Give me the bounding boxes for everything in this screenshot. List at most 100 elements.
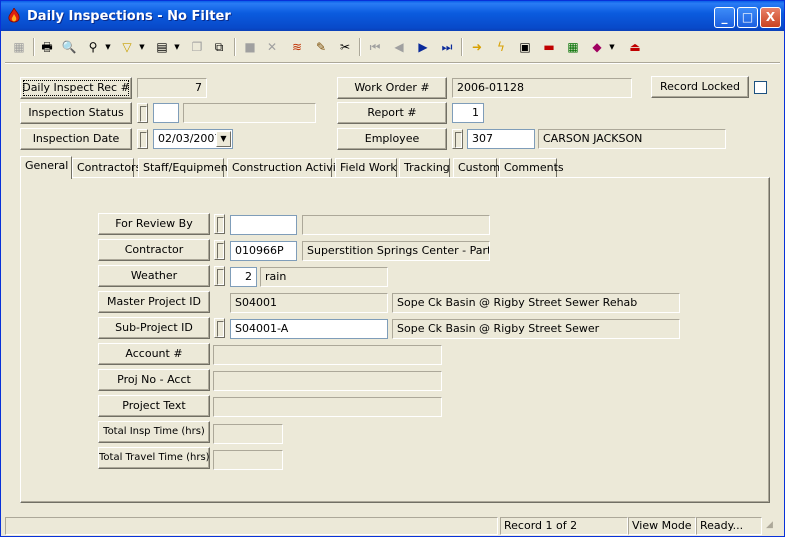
print-icon[interactable]: 🖶	[37, 37, 57, 57]
sub-project-id-button[interactable]: Sub-Project ID	[98, 317, 210, 339]
title-bar[interactable]: Daily Inspections - No Filter _ □ X	[1, 1, 784, 31]
tab-construction-activity[interactable]: Construction Activity	[227, 158, 347, 178]
tab-general[interactable]: General	[20, 156, 72, 179]
inspection-status-code-input[interactable]	[153, 103, 179, 123]
for-review-by-description	[302, 215, 490, 235]
minimize-button[interactable]: _	[714, 7, 735, 28]
report-icon[interactable]: ▣	[515, 37, 535, 57]
book-dropdown-icon[interactable]: ▼	[608, 37, 616, 57]
toolbar-separator	[359, 38, 361, 56]
toolbar-divider	[5, 62, 780, 64]
calculator-icon[interactable]: ▦	[563, 37, 583, 57]
lightning-icon[interactable]: ϟ	[491, 37, 511, 57]
proj-no-acct-button[interactable]: Proj No - Acct	[98, 369, 210, 391]
daily-inspect-rec-value: 7	[137, 78, 207, 98]
account-button[interactable]: Account #	[98, 343, 210, 365]
inspection-date-value: 02/03/2007	[158, 132, 222, 145]
sub-project-indicator[interactable]	[214, 318, 225, 338]
work-order-button[interactable]: Work Order #	[337, 77, 447, 99]
book-icon[interactable]: ◆	[587, 37, 607, 57]
for-review-by-indicator[interactable]	[214, 214, 225, 234]
weather-code-input[interactable]: 2	[230, 267, 257, 287]
tab-label: Staff/Equipment	[143, 161, 233, 174]
delete-icon[interactable]: ✕	[262, 37, 282, 57]
contractor-button[interactable]: Contractor	[98, 239, 210, 261]
resize-grip-icon[interactable]: ◢	[766, 520, 778, 532]
report-button[interactable]: Report #	[337, 102, 447, 124]
toolbar-separator	[461, 38, 463, 56]
contractor-indicator[interactable]	[214, 240, 225, 260]
tab-comments[interactable]: Comments	[499, 158, 564, 178]
weather-button[interactable]: Weather	[98, 265, 210, 287]
binoculars-icon[interactable]: ⚲	[83, 37, 103, 57]
status-bar: Record 1 of 2 View Mode Ready... ◢	[5, 516, 780, 536]
project-text-value	[213, 397, 442, 417]
previous-record-icon[interactable]: ◀	[389, 37, 409, 57]
tab-tracking[interactable]: Tracking	[399, 158, 450, 178]
report-number-input[interactable]: 1	[452, 103, 484, 123]
scissors-icon[interactable]: ✂	[335, 37, 355, 57]
tab-label: Field Work	[340, 161, 397, 174]
record-locked-checkbox[interactable]	[754, 81, 767, 94]
contractor-name: Superstition Springs Center - Parts	[302, 241, 490, 261]
status-mode: View Mode	[628, 517, 696, 535]
for-review-by-button[interactable]: For Review By	[98, 213, 210, 235]
binoculars-dropdown-icon[interactable]: ▼	[104, 37, 112, 57]
arrow-right-icon[interactable]: ➜	[467, 37, 487, 57]
tab-label: Custom	[458, 161, 501, 174]
weather-indicator[interactable]	[214, 266, 225, 286]
form-view-icon[interactable]: ▤	[152, 37, 172, 57]
employee-id-input[interactable]: 307	[467, 129, 535, 149]
pencil-icon[interactable]: ✎	[311, 37, 331, 57]
weather-description: rain	[260, 267, 388, 287]
chevron-down-icon[interactable]: ▼	[216, 131, 231, 147]
inspection-date-indicator[interactable]	[137, 129, 148, 149]
inspection-date-button[interactable]: Inspection Date	[20, 128, 132, 150]
close-icon: X	[765, 10, 776, 24]
grid-icon[interactable]: ▦	[9, 37, 29, 57]
for-review-by-code-input[interactable]	[230, 215, 297, 235]
tab-custom[interactable]: Custom	[453, 158, 501, 178]
employee-indicator[interactable]	[452, 129, 463, 149]
total-insp-time-value	[213, 424, 283, 444]
toolbar-separator	[33, 38, 35, 56]
contractor-code-input[interactable]: 010966P	[230, 241, 297, 261]
daily-inspect-rec-button[interactable]: Daily Inspect Rec #	[20, 77, 132, 99]
sub-project-description: Sope Ck Basin @ Rigby Street Sewer	[392, 319, 680, 339]
record-locked-button[interactable]: Record Locked	[651, 76, 749, 98]
status-blank-pane	[5, 517, 498, 535]
toolbar-separator	[234, 38, 236, 56]
employee-name: CARSON JACKSON	[538, 129, 726, 149]
master-project-id-button[interactable]: Master Project ID	[98, 291, 210, 313]
last-record-icon[interactable]: ⏭	[437, 37, 457, 57]
tab-field-work[interactable]: Field Work	[335, 158, 397, 178]
first-record-icon[interactable]: ⏮	[365, 37, 385, 57]
tab-label: Contractors	[77, 161, 142, 174]
copy-icon[interactable]: ❐	[187, 37, 207, 57]
employee-button[interactable]: Employee	[337, 128, 447, 150]
maximize-icon: □	[741, 10, 754, 24]
next-record-icon[interactable]: ▶	[413, 37, 433, 57]
inspection-status-button[interactable]: Inspection Status	[20, 102, 132, 124]
project-text-button[interactable]: Project Text	[98, 395, 210, 417]
close-button[interactable]: X	[760, 7, 781, 28]
maximize-button[interactable]: □	[737, 7, 758, 28]
toolbox-icon[interactable]: ▬	[539, 37, 559, 57]
filter-dropdown-icon[interactable]: ▼	[138, 37, 146, 57]
total-insp-time-label: Total Insp Time (hrs)	[98, 421, 210, 443]
print-preview-icon[interactable]: 🔍	[59, 37, 79, 57]
filter-icon[interactable]: ▽	[117, 37, 137, 57]
copy-record-icon[interactable]: ⧉	[209, 37, 229, 57]
tab-staff-equipment[interactable]: Staff/Equipment	[138, 158, 232, 178]
inspection-status-indicator[interactable]	[137, 103, 148, 123]
stack-icon[interactable]: ≋	[287, 37, 307, 57]
tab-label: Construction Activity	[232, 161, 347, 174]
sub-project-id-input[interactable]: S04001-A	[230, 319, 388, 339]
tab-contractors[interactable]: Contractors	[72, 158, 141, 178]
exit-icon[interactable]: ⏏	[625, 37, 645, 57]
master-project-description: Sope Ck Basin @ Rigby Street Sewer Rehab	[392, 293, 680, 313]
minimize-icon: _	[721, 10, 728, 24]
save-icon[interactable]: ■	[240, 37, 260, 57]
account-value	[213, 345, 442, 365]
form-view-dropdown-icon[interactable]: ▼	[173, 37, 181, 57]
